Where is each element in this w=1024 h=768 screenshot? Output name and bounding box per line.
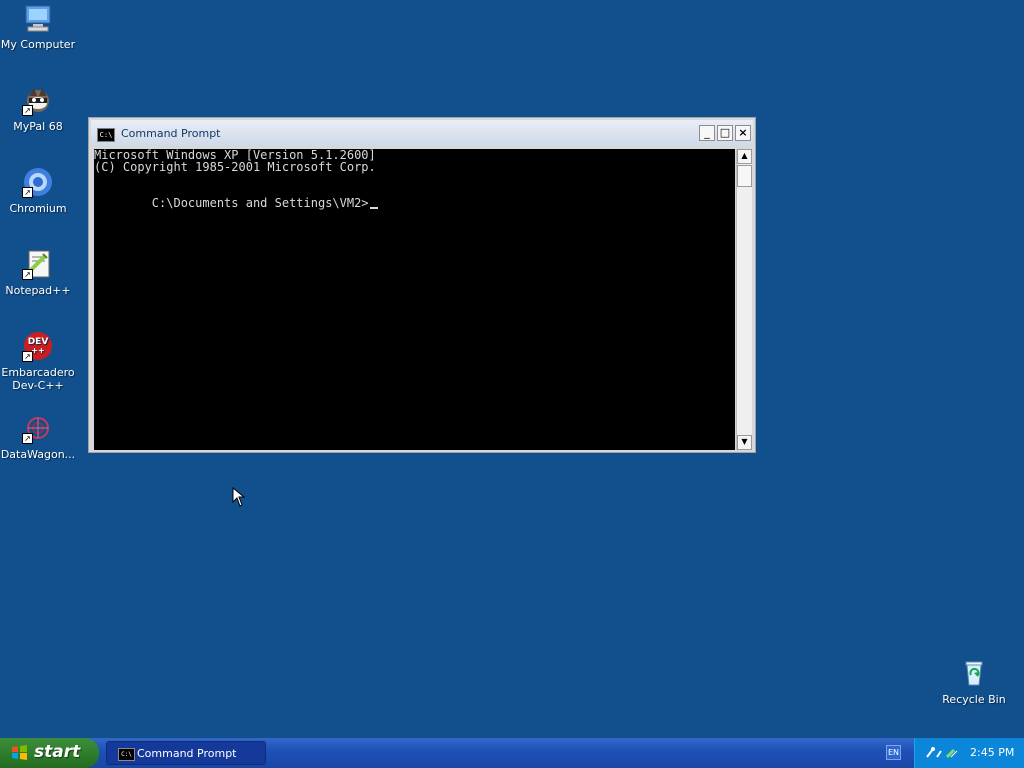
desktop-icon-chromium[interactable]: ↗ Chromium	[0, 166, 76, 215]
console-cursor	[369, 207, 378, 209]
windows-logo-icon	[12, 745, 27, 760]
system-tray: 2:45 PM	[914, 738, 1024, 768]
desktop: My Computer ↗ MyPal 68 ↗ Chromium ↗ Note…	[0, 0, 1024, 738]
language-indicator[interactable]: EN	[886, 745, 901, 760]
window-title-bar[interactable]: C:\ Command Prompt _ □ ×	[91, 120, 753, 146]
desktop-icon-label: Embarcadero Dev-C++	[1, 366, 75, 392]
devcpp-icon: DEV ++ ↗	[22, 330, 54, 362]
console-output[interactable]: Microsoft Windows XP [Version 5.1.2600] …	[94, 149, 735, 450]
shortcut-arrow-icon: ↗	[22, 433, 33, 444]
scroll-down-button[interactable]: ▼	[737, 435, 752, 450]
desktop-icon-my-computer[interactable]: My Computer	[0, 2, 76, 51]
clock[interactable]: 2:45 PM	[970, 746, 1014, 759]
recycle-bin-icon	[958, 657, 990, 689]
shortcut-arrow-icon: ↗	[22, 351, 33, 362]
desktop-icon-embarcadero-dev-cpp[interactable]: DEV ++ ↗ Embarcadero Dev-C++	[0, 330, 76, 392]
shortcut-arrow-icon: ↗	[22, 105, 33, 116]
desktop-icon-datawagon[interactable]: ↗ DataWagon...	[0, 412, 76, 461]
chromium-icon: ↗	[22, 166, 54, 198]
scroll-thumb[interactable]	[737, 165, 752, 187]
command-prompt-icon: C:\	[97, 128, 115, 142]
task-button-label: Command Prompt	[137, 747, 237, 760]
computer-icon	[22, 2, 54, 34]
tray-tools-icon[interactable]	[923, 745, 959, 761]
window-title: Command Prompt	[121, 127, 221, 140]
minimize-button[interactable]: _	[699, 125, 715, 141]
close-button[interactable]: ×	[735, 125, 751, 141]
command-prompt-icon: C:\	[118, 748, 135, 761]
desktop-icon-label: MyPal 68	[13, 120, 63, 133]
notepad-plus-plus-icon: ↗	[22, 248, 54, 280]
desktop-icon-label: Notepad++	[5, 284, 71, 297]
desktop-icon-label: My Computer	[0, 38, 76, 51]
shortcut-arrow-icon: ↗	[22, 269, 33, 280]
desktop-icon-label: DataWagon...	[0, 448, 76, 461]
console-prompt-line: C:\Documents and Settings\VM2>	[94, 185, 378, 221]
start-button[interactable]: start	[0, 738, 99, 768]
desktop-icon-label: Recycle Bin	[942, 693, 1006, 706]
shortcut-arrow-icon: ↗	[22, 187, 33, 198]
taskbar: start C:\ Command Prompt EN 2:45 PM	[0, 738, 1024, 768]
maximize-button[interactable]: □	[717, 125, 733, 141]
vertical-scrollbar[interactable]: ▲ ▼	[736, 149, 752, 450]
taskbar-command-prompt-button[interactable]: C:\ Command Prompt	[106, 741, 266, 765]
desktop-icon-notepad-plus-plus[interactable]: ↗ Notepad++	[0, 248, 76, 297]
desktop-icon-label: Chromium	[9, 202, 67, 215]
svg-text:++: ++	[31, 346, 44, 355]
raccoon-browser-icon: ↗	[22, 84, 54, 116]
scroll-up-button[interactable]: ▲	[737, 149, 752, 164]
command-prompt-window[interactable]: C:\ Command Prompt _ □ × Microsoft Windo…	[88, 117, 756, 453]
datawagon-icon: ↗	[22, 412, 54, 444]
desktop-icon-recycle-bin[interactable]: Recycle Bin	[936, 657, 1012, 706]
desktop-icon-mypal-68[interactable]: ↗ MyPal 68	[0, 84, 76, 133]
console-line: (C) Copyright 1985-2001 Microsoft Corp.	[94, 160, 376, 174]
mouse-pointer-icon	[232, 487, 245, 507]
console-prompt-text: C:\Documents and Settings\VM2>	[151, 196, 369, 210]
start-label: start	[34, 742, 81, 762]
